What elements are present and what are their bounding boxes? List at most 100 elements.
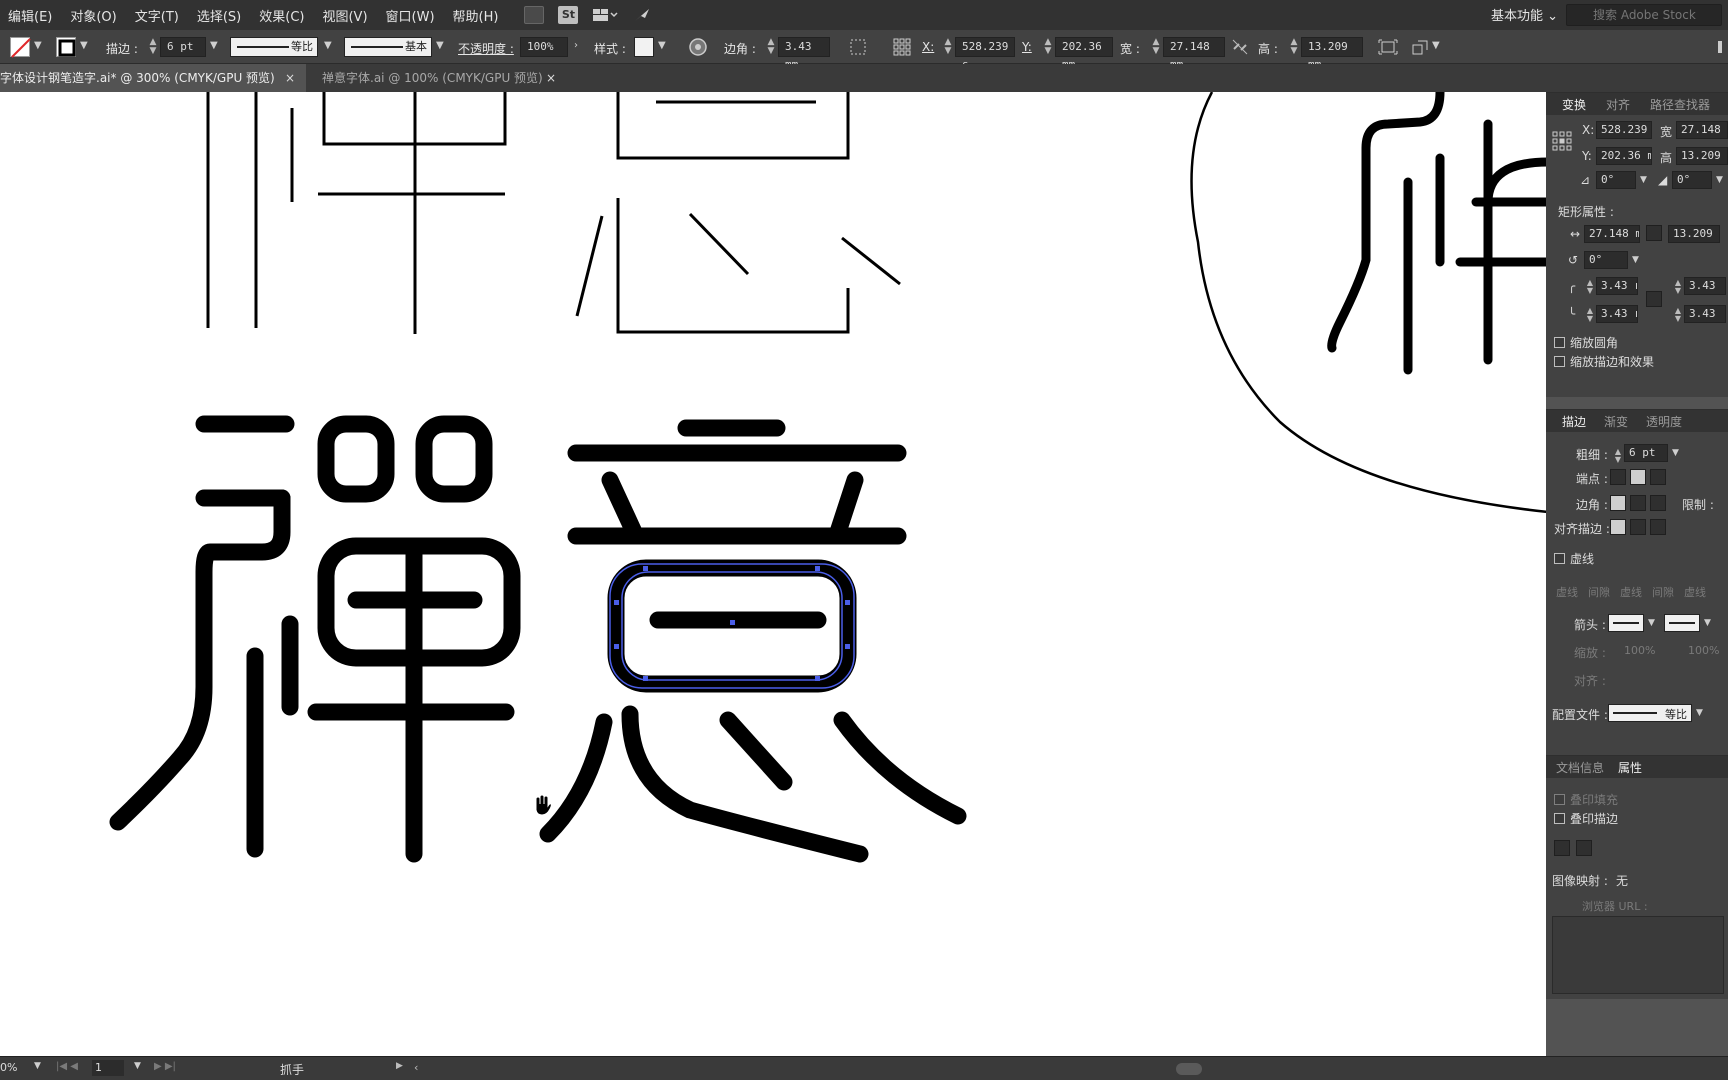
status-menu-icon[interactable]: ▶ <box>396 1061 403 1071</box>
align-center-button[interactable] <box>1610 519 1626 535</box>
chevron-down-icon[interactable]: ▼ <box>210 40 218 51</box>
workspace-switcher[interactable]: 基本功能 ⌄ <box>1491 5 1558 24</box>
horizontal-scrollbar[interactable] <box>1176 1063 1202 1075</box>
stepper-icon[interactable]: ▲ ▼ <box>944 38 952 56</box>
chevron-down-icon[interactable]: ▼ <box>436 40 444 51</box>
glyph-chan[interactable] <box>109 415 521 863</box>
image-map-value[interactable]: 无 <box>1616 872 1628 889</box>
chevron-down-icon[interactable]: ▼ <box>1432 40 1440 51</box>
page-number-field[interactable]: 1 <box>92 1060 124 1076</box>
variable-width-profile[interactable]: 等比 <box>230 37 318 57</box>
opacity-field[interactable]: 100% <box>520 37 568 57</box>
x-field[interactable]: 528.239 r <box>1596 121 1652 139</box>
tab-transparency[interactable]: 透明度 <box>1646 413 1682 430</box>
artboard-canvas[interactable] <box>0 92 1548 1056</box>
dashed-line-checkbox[interactable] <box>1554 553 1565 564</box>
stepper-icon[interactable]: ▲ ▼ <box>149 38 157 56</box>
menu-select[interactable]: 选择(S) <box>195 6 243 25</box>
chevron-down-icon[interactable]: ▼ <box>324 40 332 51</box>
recolor-artwork-icon[interactable] <box>688 37 708 57</box>
angle-field[interactable]: 0° <box>1596 171 1636 189</box>
rect-width-field[interactable]: 27.148 mr <box>1584 225 1640 243</box>
arrange-documents-icon[interactable] <box>592 6 618 24</box>
y-position-field[interactable]: 202.36 mm <box>1055 37 1113 71</box>
tab-document[interactable]: 禅意字体.ai @ 100% (CMYK/GPU 预览) × <box>306 64 558 92</box>
stepper-icon[interactable]: ▲ ▼ <box>1674 279 1682 295</box>
chevron-down-icon[interactable]: ▼ <box>34 1061 41 1071</box>
projecting-cap-button[interactable] <box>1650 469 1666 485</box>
notes-area[interactable] <box>1552 916 1724 994</box>
scale-corners-checkbox[interactable] <box>1554 337 1565 348</box>
chevron-down-icon[interactable]: ▼ <box>1672 448 1679 458</box>
chevron-down-icon[interactable]: ▼ <box>1640 175 1647 185</box>
stepper-icon[interactable]: ▲ ▼ <box>1586 307 1594 323</box>
tab-gradient[interactable]: 渐变 <box>1604 413 1628 430</box>
profile-select[interactable]: 等比 <box>1608 704 1692 722</box>
round-cap-button[interactable] <box>1630 469 1646 485</box>
stock-icon[interactable]: St <box>558 6 579 24</box>
tab-document-info[interactable]: 文档信息 <box>1556 759 1604 776</box>
shape-options-icon[interactable] <box>848 37 868 57</box>
stock-search-input[interactable] <box>1566 4 1722 26</box>
tab-pathfinder[interactable]: 路径查找器 <box>1650 96 1710 113</box>
reference-point-icon[interactable] <box>1552 131 1572 154</box>
thin-line-sketch[interactable] <box>206 92 901 334</box>
corner-bl-field[interactable]: 3.43 r <box>1596 305 1638 323</box>
link-icon[interactable] <box>1646 225 1662 241</box>
tab-attributes[interactable]: 属性 <box>1618 759 1642 776</box>
overprint-fill-checkbox[interactable] <box>1554 794 1565 805</box>
chevron-down-icon[interactable]: ▼ <box>658 40 666 51</box>
stroke-weight-field[interactable]: 6 pt <box>160 37 206 57</box>
scale-strokes-checkbox[interactable] <box>1554 356 1565 367</box>
width-field[interactable]: 27.148 <box>1676 121 1728 139</box>
chevron-down-icon[interactable]: ▼ <box>80 40 88 51</box>
link-corners-icon[interactable] <box>1646 291 1662 307</box>
corner-tr-field[interactable]: 3.43 <box>1684 277 1726 295</box>
transform-icon[interactable] <box>1378 37 1398 57</box>
next-page-icon[interactable]: ▶ ▶| <box>154 1061 176 1072</box>
graphic-style-swatch[interactable] <box>634 37 654 57</box>
height-field[interactable]: 13.209 <box>1676 147 1728 165</box>
show-center-on-button[interactable] <box>1576 840 1592 856</box>
stepper-icon[interactable]: ▲ ▼ <box>1044 38 1052 56</box>
corner-tl-field[interactable]: 3.43 r <box>1596 277 1638 295</box>
chevron-down-icon[interactable]: ▼ <box>1696 708 1703 718</box>
corner-br-field[interactable]: 3.43 <box>1684 305 1726 323</box>
tab-transform[interactable]: 变换 <box>1562 96 1586 113</box>
tab-active-document[interactable]: 字体设计钢笔造字.ai* @ 300% (CMYK/GPU 预览) × <box>0 64 306 92</box>
first-page-icon[interactable]: |◀ ◀ <box>56 1061 78 1072</box>
menu-edit[interactable]: 编辑(E) <box>6 6 54 25</box>
reference-point-icon[interactable] <box>892 37 912 57</box>
chevron-down-icon[interactable]: ▼ <box>134 1061 141 1071</box>
gpu-rocket-icon[interactable] <box>632 6 652 24</box>
chevron-down-icon[interactable]: ▼ <box>1648 618 1655 628</box>
rect-height-field[interactable]: 13.209 <box>1668 225 1720 243</box>
link-proportions-icon[interactable] <box>1230 37 1250 57</box>
x-position-field[interactable]: 528.239 s <box>955 37 1015 71</box>
zoom-level[interactable]: 0% <box>0 1061 17 1074</box>
stepper-icon[interactable]: ▲ ▼ <box>767 38 775 56</box>
stepper-icon[interactable]: ▲ ▼ <box>1152 38 1160 56</box>
menu-type[interactable]: 文字(T) <box>133 6 181 25</box>
menu-view[interactable]: 视图(V) <box>320 6 369 25</box>
menu-help[interactable]: 帮助(H) <box>451 6 501 25</box>
brush-definition[interactable]: 基本 <box>344 37 432 57</box>
overprint-stroke-checkbox[interactable] <box>1554 813 1565 824</box>
fill-swatch[interactable] <box>10 37 31 58</box>
shear-field[interactable]: 0° <box>1672 171 1712 189</box>
miter-join-button[interactable] <box>1610 495 1626 511</box>
round-join-button[interactable] <box>1630 495 1646 511</box>
panel-menu-icon[interactable] <box>1716 37 1726 57</box>
menu-object[interactable]: 对象(O) <box>68 6 118 25</box>
chevron-right-icon[interactable]: › <box>574 40 578 51</box>
show-center-off-button[interactable] <box>1554 840 1570 856</box>
scroll-left-icon[interactable]: ‹ <box>414 1061 418 1074</box>
y-field[interactable]: 202.36 mr <box>1596 147 1652 165</box>
stroke-swatch[interactable] <box>56 37 76 57</box>
menu-window[interactable]: 窗口(W) <box>384 6 437 25</box>
rect-rotate-field[interactable]: 0° <box>1584 251 1628 269</box>
artwork[interactable] <box>0 92 1548 1056</box>
align-outside-button[interactable] <box>1650 519 1666 535</box>
bridge-icon[interactable] <box>524 6 545 24</box>
height-field[interactable]: 13.209 mm <box>1301 37 1363 71</box>
